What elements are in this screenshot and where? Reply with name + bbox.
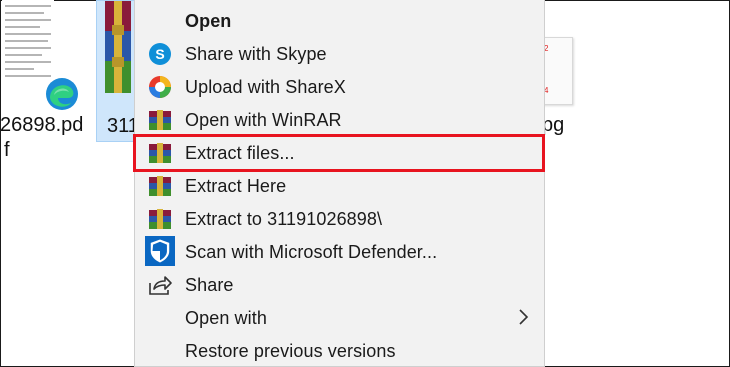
file-label-continued: f	[4, 139, 10, 161]
file-label: 26898.pd	[0, 114, 84, 136]
share-icon	[149, 276, 172, 295]
menu-item-label: Open with WinRAR	[185, 110, 342, 130]
file-pdf[interactable]: 26898.pd f	[0, 0, 90, 161]
menu-item-share-with-skype[interactable]: S Share with Skype	[135, 37, 544, 70]
svg-text:S: S	[155, 46, 164, 62]
highlight-box	[133, 134, 545, 172]
menu-item-label: Restore previous versions	[185, 341, 396, 361]
chevron-right-icon	[519, 309, 529, 325]
menu-item-share[interactable]: Share	[135, 268, 544, 301]
defender-shield-icon	[145, 236, 175, 266]
context-menu: Open S Share with Skype Upload with Shar…	[134, 0, 545, 367]
menu-item-open-with-winrar[interactable]: Open with WinRAR	[135, 103, 544, 136]
winrar-icon	[149, 110, 171, 130]
menu-item-label: Upload with ShareX	[185, 77, 346, 97]
menu-item-extract-to-folder[interactable]: Extract to 31191026898\	[135, 202, 544, 235]
pdf-thumbnail	[2, 0, 54, 80]
menu-item-label: Open	[185, 11, 232, 31]
menu-item-upload-with-sharex[interactable]: Upload with ShareX	[135, 70, 544, 103]
image-thumbnail-icon: 2 4	[542, 37, 573, 105]
edge-pdf-icon	[46, 78, 78, 110]
file-image[interactable]: 2 4 pg	[542, 0, 602, 140]
menu-item-label: Extract Here	[185, 176, 287, 196]
menu-item-label: Extract to 31191026898\	[185, 209, 383, 229]
file-label: pg	[542, 114, 565, 136]
menu-item-label: Open with	[185, 308, 267, 328]
menu-item-open[interactable]: Open	[135, 4, 544, 37]
menu-item-scan-with-defender[interactable]: Scan with Microsoft Defender...	[135, 235, 544, 268]
menu-item-open-with[interactable]: Open with	[135, 301, 544, 334]
winrar-icon	[149, 209, 171, 229]
menu-item-label: Scan with Microsoft Defender...	[185, 242, 438, 262]
menu-item-label: Share with Skype	[185, 44, 327, 64]
menu-item-extract-here[interactable]: Extract Here	[135, 169, 544, 202]
menu-item-restore-previous-versions[interactable]: Restore previous versions	[135, 334, 544, 367]
menu-item-label: Share	[185, 275, 234, 295]
winrar-archive-icon	[105, 1, 131, 93]
file-archive-selected[interactable]: 311	[96, 0, 139, 142]
winrar-icon	[149, 176, 171, 196]
sharex-icon	[149, 76, 171, 98]
skype-icon: S	[149, 43, 171, 65]
